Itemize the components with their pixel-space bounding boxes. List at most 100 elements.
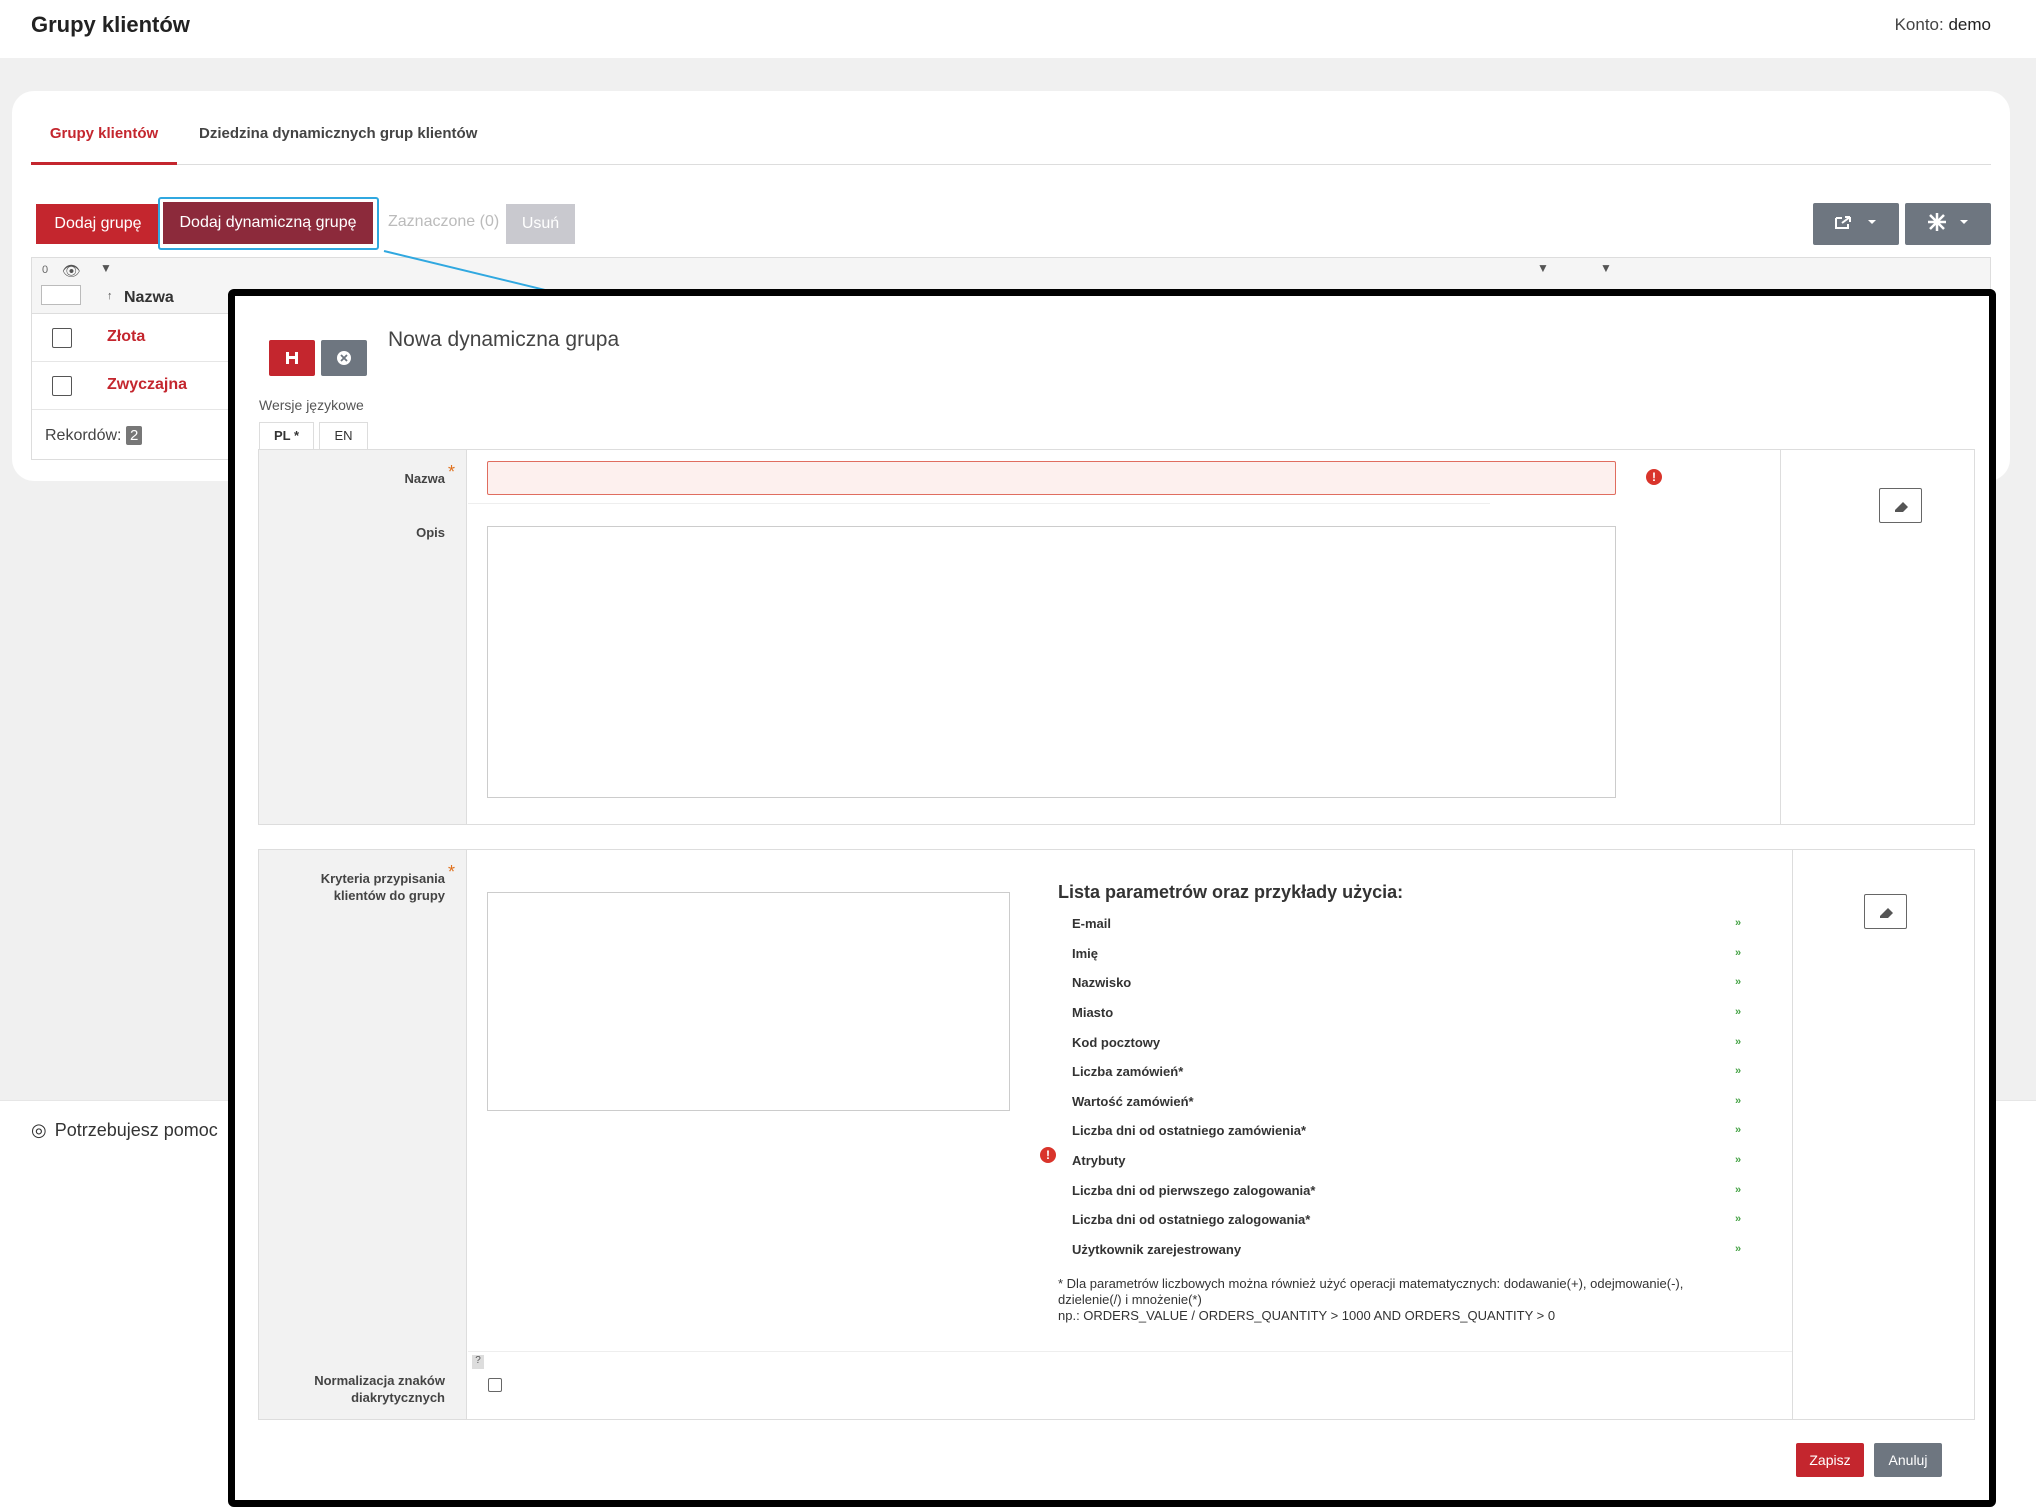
delete-button[interactable]: Usuń <box>506 204 575 244</box>
expand-icon[interactable]: » <box>1735 947 1741 959</box>
error-icon: ! <box>1040 1147 1056 1163</box>
param-item[interactable]: Imię <box>1072 946 1098 961</box>
params-title: Lista parametrów oraz przykłady użycia: <box>1058 882 1404 902</box>
help-tooltip-icon[interactable]: ? <box>472 1355 484 1369</box>
help-link[interactable]: ◎ Potrzebujesz pomoc <box>31 1120 218 1141</box>
clear-button[interactable] <box>1879 488 1922 523</box>
divider <box>468 503 1490 504</box>
param-item[interactable]: Liczba dni od pierwszego zalogowania* <box>1072 1183 1315 1198</box>
note-line-1: * Dla parametrów liczbowych można równie… <box>1058 1276 1684 1291</box>
cancel-button[interactable]: Anuluj <box>1874 1443 1942 1477</box>
close-circle-icon <box>337 351 351 365</box>
save-icon-button[interactable] <box>269 340 315 376</box>
param-item[interactable]: Nazwisko <box>1072 975 1131 990</box>
expand-icon[interactable]: » <box>1735 1065 1741 1077</box>
expand-icon[interactable]: » <box>1735 1036 1741 1048</box>
account-info: Konto: demo <box>1895 15 1991 35</box>
lifebuoy-icon: ◎ <box>31 1120 47 1140</box>
expand-icon[interactable]: » <box>1735 976 1741 988</box>
expand-icon[interactable]: » <box>1735 1213 1741 1225</box>
name-label-text: Nazwa <box>404 471 445 486</box>
tab-dynamic-groups-domain[interactable]: Dziedzina dynamicznych grup klientów <box>199 125 477 165</box>
help-text: Potrzebujesz pomoc <box>54 1120 218 1140</box>
expand-icon[interactable]: » <box>1735 1184 1741 1196</box>
normalization-label: Normalizacja znaków diakrytycznych <box>314 1372 445 1406</box>
tab-customer-groups[interactable]: Grupy klientów <box>31 125 177 165</box>
save-button[interactable]: Zapisz <box>1796 1443 1864 1477</box>
expand-icon[interactable]: » <box>1735 1154 1741 1166</box>
export-dropdown-button[interactable] <box>1813 203 1899 245</box>
filter-icon[interactable]: ▼ <box>100 261 112 275</box>
expand-icon[interactable]: » <box>1735 1095 1741 1107</box>
language-versions-label: Wersje językowe <box>259 397 364 413</box>
eraser-icon <box>1895 502 1908 512</box>
param-item[interactable]: E-mail <box>1072 916 1111 931</box>
param-item[interactable]: Atrybuty <box>1072 1153 1125 1168</box>
settings-dropdown-button[interactable] <box>1905 203 1991 245</box>
param-item[interactable]: Liczba dni od ostatniego zamówienia* <box>1072 1123 1306 1138</box>
close-icon-button[interactable] <box>321 340 367 376</box>
param-item[interactable]: Wartość zamówień* <box>1072 1094 1194 1109</box>
account-name[interactable]: demo <box>1948 15 1991 34</box>
normalization-label-line-1: Normalizacja znaków <box>314 1373 445 1388</box>
label-column <box>259 850 467 1419</box>
description-textarea[interactable] <box>487 526 1616 798</box>
group-name-link[interactable]: Zwyczajna <box>107 376 187 394</box>
param-item[interactable]: Miasto <box>1072 1005 1113 1020</box>
add-group-button[interactable]: Dodaj grupę <box>36 204 160 244</box>
filter-icon[interactable]: ▼ <box>1600 261 1612 275</box>
filter-icon[interactable]: ▼ <box>1537 261 1549 275</box>
tools-icon <box>1928 212 1968 231</box>
bulk-select-dropdown[interactable] <box>41 285 81 305</box>
floppy-icon <box>286 352 298 364</box>
name-label: Nazwa <box>405 470 445 487</box>
group-name-link[interactable]: Złota <box>107 328 145 346</box>
sort-asc-icon[interactable]: ↑ <box>107 290 113 302</box>
criteria-label-line-2: klientów do grupy <box>333 888 445 903</box>
export-icon <box>1835 215 1876 229</box>
selected-count: Zaznaczone (0) <box>388 213 500 230</box>
side-divider <box>1780 450 1781 824</box>
criteria-label: Kryteria przypisania klientów do grupy <box>321 870 445 904</box>
row-checkbox[interactable] <box>52 328 72 348</box>
dialog-title: Nowa dynamiczna grupa <box>388 328 620 351</box>
top-bar: Grupy klientów Konto: demo <box>0 0 2036 58</box>
expand-icon[interactable]: » <box>1735 1124 1741 1136</box>
note-line-2: dzielenie(/) i mnożenie(*) <box>1058 1292 1202 1307</box>
expand-icon[interactable]: » <box>1735 917 1741 929</box>
name-description-section: Nazwa * Opis ! <box>258 449 1975 825</box>
note-line-3: np.: ORDERS_VALUE / ORDERS_QUANTITY > 10… <box>1058 1308 1556 1323</box>
records-label: Rekordów: <box>45 427 122 444</box>
lang-tab-pl[interactable]: PL * <box>259 422 314 449</box>
param-item[interactable]: Liczba zamówień* <box>1072 1064 1183 1079</box>
tab-bar: Grupy klientów Dziedzina dynamicznych gr… <box>31 113 1991 165</box>
visible-count: 0 <box>42 264 49 276</box>
param-item[interactable]: Liczba dni od ostatniego zalogowania* <box>1072 1212 1310 1227</box>
normalization-checkbox[interactable] <box>488 1378 502 1392</box>
required-mark: * <box>448 462 456 482</box>
criteria-label-line-1: Kryteria przypisania <box>320 871 445 886</box>
row-checkbox[interactable] <box>52 376 72 396</box>
param-item[interactable]: Użytkownik zarejestrowany <box>1072 1242 1241 1257</box>
divider <box>468 1351 1792 1352</box>
name-input[interactable] <box>487 461 1616 495</box>
clear-button[interactable] <box>1864 894 1907 929</box>
add-dynamic-group-button[interactable]: Dodaj dynamiczną grupę <box>163 202 373 244</box>
side-divider <box>1792 850 1793 1419</box>
criteria-textarea[interactable] <box>487 892 1010 1111</box>
param-item[interactable]: Kod pocztowy <box>1072 1035 1160 1050</box>
page-title: Grupy klientów <box>31 12 190 37</box>
new-dynamic-group-dialog: Nowa dynamiczna grupa Wersje językowe PL… <box>228 289 1996 1507</box>
normalization-label-line-2: diakrytycznych <box>351 1390 445 1405</box>
lang-tab-en[interactable]: EN <box>319 422 368 449</box>
label-column <box>259 450 467 824</box>
required-mark: * <box>448 862 456 882</box>
description-label: Opis <box>416 525 445 540</box>
expand-icon[interactable]: » <box>1735 1243 1741 1255</box>
records-info: Rekordów: 2 <box>45 426 143 445</box>
error-icon: ! <box>1646 469 1662 485</box>
visibility-icon[interactable]: 👁 <box>62 262 81 280</box>
eraser-icon <box>1880 908 1893 918</box>
column-name-header[interactable]: Nazwa <box>124 289 174 307</box>
expand-icon[interactable]: » <box>1735 1006 1741 1018</box>
